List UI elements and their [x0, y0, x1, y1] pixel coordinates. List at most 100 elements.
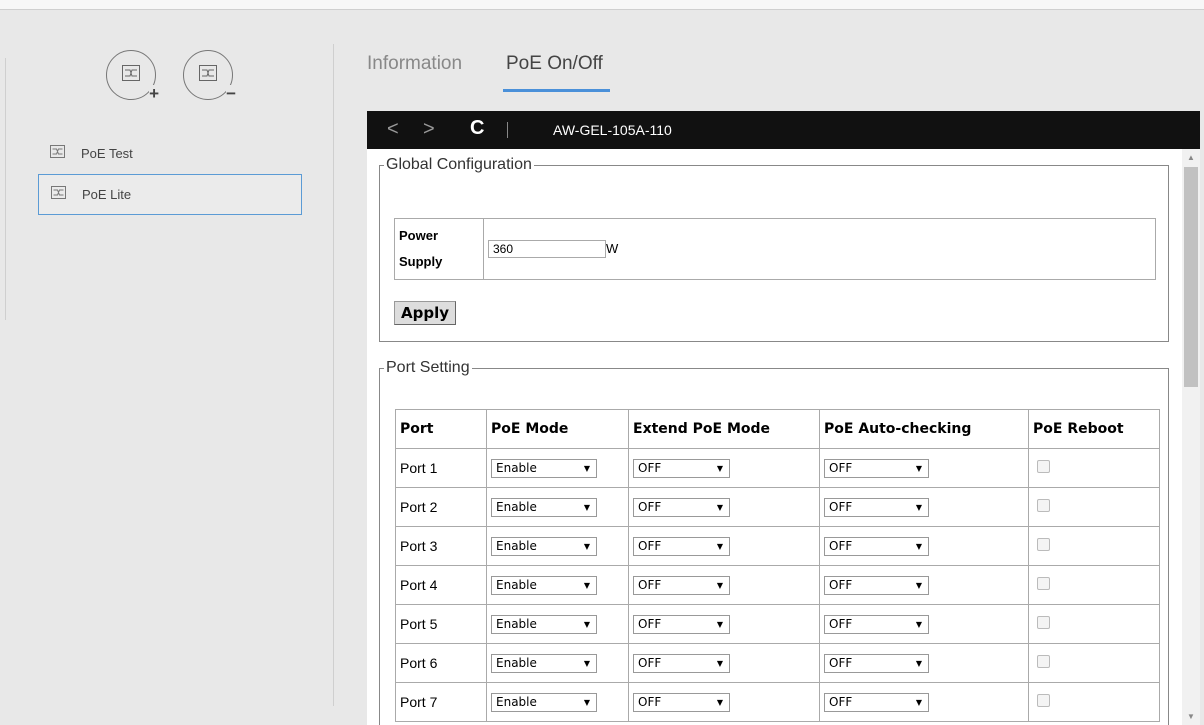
switch-icon [51, 185, 66, 204]
forward-icon[interactable]: > [423, 119, 435, 139]
poe-mode-select[interactable]: Enable ▼ [491, 536, 597, 556]
dropdown-arrow-icon: ▼ [583, 463, 590, 473]
extend-poe-cell: OFF ▼ [628, 643, 820, 683]
tab-poe-on-off[interactable]: PoE On/Off [506, 53, 603, 75]
poe-mode-cell: Enable ▼ [486, 682, 629, 722]
poe-auto-checking-select[interactable]: OFF ▼ [824, 458, 929, 478]
extend-poe-mode-select[interactable]: OFF ▼ [633, 497, 730, 517]
reload-icon[interactable]: C [470, 117, 484, 140]
poe-mode-select[interactable]: Enable ▼ [491, 458, 597, 478]
table-row: Port 7 Enable ▼ OFF ▼ OFF ▼ [395, 682, 1160, 722]
poe-auto-checking-select[interactable]: OFF ▼ [824, 614, 929, 634]
poe-mode-cell: Enable ▼ [486, 604, 629, 644]
poe-reboot-cell [1028, 487, 1160, 527]
table-row: Port 4 Enable ▼ OFF ▼ OFF ▼ [395, 565, 1160, 605]
auto-checking-cell: OFF ▼ [819, 487, 1029, 527]
power-supply-input[interactable] [488, 240, 606, 258]
poe-reboot-checkbox[interactable] [1037, 460, 1050, 473]
minus-icon: − [226, 84, 236, 103]
auto-checking-cell: OFF ▼ [819, 682, 1029, 722]
auto-checking-cell: OFF ▼ [819, 448, 1029, 488]
extend-poe-mode-select[interactable]: OFF ▼ [633, 692, 730, 712]
poe-reboot-cell [1028, 643, 1160, 683]
dropdown-arrow-icon: ▼ [716, 463, 723, 473]
poe-mode-select[interactable]: Enable ▼ [491, 497, 597, 517]
auto-checking-cell: OFF ▼ [819, 604, 1029, 644]
poe-reboot-cell [1028, 448, 1160, 488]
poe-reboot-checkbox[interactable] [1037, 577, 1050, 590]
device-item-poe-lite[interactable]: PoE Lite [38, 174, 302, 215]
poe-reboot-cell [1028, 604, 1160, 644]
dropdown-arrow-icon: ▼ [583, 697, 590, 707]
dropdown-arrow-icon: ▼ [716, 697, 723, 707]
scroll-up-icon[interactable]: ▲ [1187, 153, 1195, 162]
auto-checking-cell: OFF ▼ [819, 526, 1029, 566]
dropdown-arrow-icon: ▼ [583, 502, 590, 512]
dropdown-arrow-icon: ▼ [583, 580, 590, 590]
sidebar-divider [333, 44, 334, 706]
poe-reboot-checkbox[interactable] [1037, 694, 1050, 707]
extend-poe-mode-select[interactable]: OFF ▼ [633, 653, 730, 673]
power-supply-value-cell: W [483, 218, 1156, 280]
extend-poe-cell: OFF ▼ [628, 526, 820, 566]
column-header: Extend PoE Mode [628, 409, 820, 449]
column-header: Port [395, 409, 487, 449]
dropdown-arrow-icon: ▼ [583, 619, 590, 629]
extend-poe-cell: OFF ▼ [628, 448, 820, 488]
poe-mode-cell: Enable ▼ [486, 487, 629, 527]
power-supply-table: Power Supply W [394, 218, 1156, 280]
browser-toolbar: < > C AW-GEL-105A-110 [367, 111, 1200, 149]
poe-auto-checking-select[interactable]: OFF ▼ [824, 692, 929, 712]
apply-button[interactable]: Apply [394, 301, 457, 325]
poe-mode-cell: Enable ▼ [486, 565, 629, 605]
port-name: Port 4 [395, 565, 487, 605]
poe-auto-checking-select[interactable]: OFF ▼ [824, 497, 929, 517]
table-row: Port 5 Enable ▼ OFF ▼ OFF ▼ [395, 604, 1160, 644]
poe-auto-checking-select[interactable]: OFF ▼ [824, 575, 929, 595]
extend-poe-mode-select[interactable]: OFF ▼ [633, 458, 730, 478]
device-item-poe-test[interactable]: PoE Test [38, 133, 302, 174]
column-header: PoE Auto-checking [819, 409, 1029, 449]
device-label: PoE Lite [82, 187, 132, 202]
dropdown-arrow-icon: ▼ [716, 502, 723, 512]
tab-information[interactable]: Information [367, 53, 462, 75]
poe-mode-select[interactable]: Enable ▼ [491, 575, 597, 595]
global-configuration-legend: Global Configuration [386, 156, 532, 173]
device-label: PoE Test [81, 146, 133, 161]
extend-poe-mode-select[interactable]: OFF ▼ [633, 614, 730, 634]
poe-auto-checking-select[interactable]: OFF ▼ [824, 536, 929, 556]
vertical-scrollbar[interactable]: ▲ ▼ [1182, 149, 1200, 725]
extend-poe-cell: OFF ▼ [628, 682, 820, 722]
dropdown-arrow-icon: ▼ [716, 541, 723, 551]
dropdown-arrow-icon: ▼ [716, 580, 723, 590]
poe-reboot-checkbox[interactable] [1037, 538, 1050, 551]
back-icon[interactable]: < [387, 119, 399, 139]
auto-checking-cell: OFF ▼ [819, 565, 1029, 605]
dropdown-arrow-icon: ▼ [915, 580, 922, 590]
poe-mode-select[interactable]: Enable ▼ [491, 692, 597, 712]
auto-checking-cell: OFF ▼ [819, 643, 1029, 683]
extend-poe-mode-select[interactable]: OFF ▼ [633, 536, 730, 556]
poe-mode-cell: Enable ▼ [486, 526, 629, 566]
poe-reboot-checkbox[interactable] [1037, 616, 1050, 629]
dropdown-arrow-icon: ▼ [915, 463, 922, 473]
column-header: PoE Mode [486, 409, 629, 449]
switch-icon [50, 144, 65, 163]
toolbar-divider [507, 122, 508, 138]
extend-poe-cell: OFF ▼ [628, 565, 820, 605]
poe-mode-select[interactable]: Enable ▼ [491, 653, 597, 673]
poe-mode-select[interactable]: Enable ▼ [491, 614, 597, 634]
scroll-down-icon[interactable]: ▼ [1187, 712, 1195, 721]
poe-reboot-checkbox[interactable] [1037, 655, 1050, 668]
port-name: Port 6 [395, 643, 487, 683]
extend-poe-cell: OFF ▼ [628, 487, 820, 527]
poe-auto-checking-select[interactable]: OFF ▼ [824, 653, 929, 673]
port-setting-group: Port Setting Port PoE Mode Extend PoE Mo… [379, 359, 1169, 725]
plus-icon: + [149, 84, 159, 103]
remove-device-button[interactable]: − [183, 50, 236, 103]
poe-reboot-checkbox[interactable] [1037, 499, 1050, 512]
switch-icon [199, 65, 217, 86]
extend-poe-mode-select[interactable]: OFF ▼ [633, 575, 730, 595]
scrollbar-thumb[interactable] [1184, 167, 1198, 387]
add-device-button[interactable]: + [106, 50, 159, 103]
